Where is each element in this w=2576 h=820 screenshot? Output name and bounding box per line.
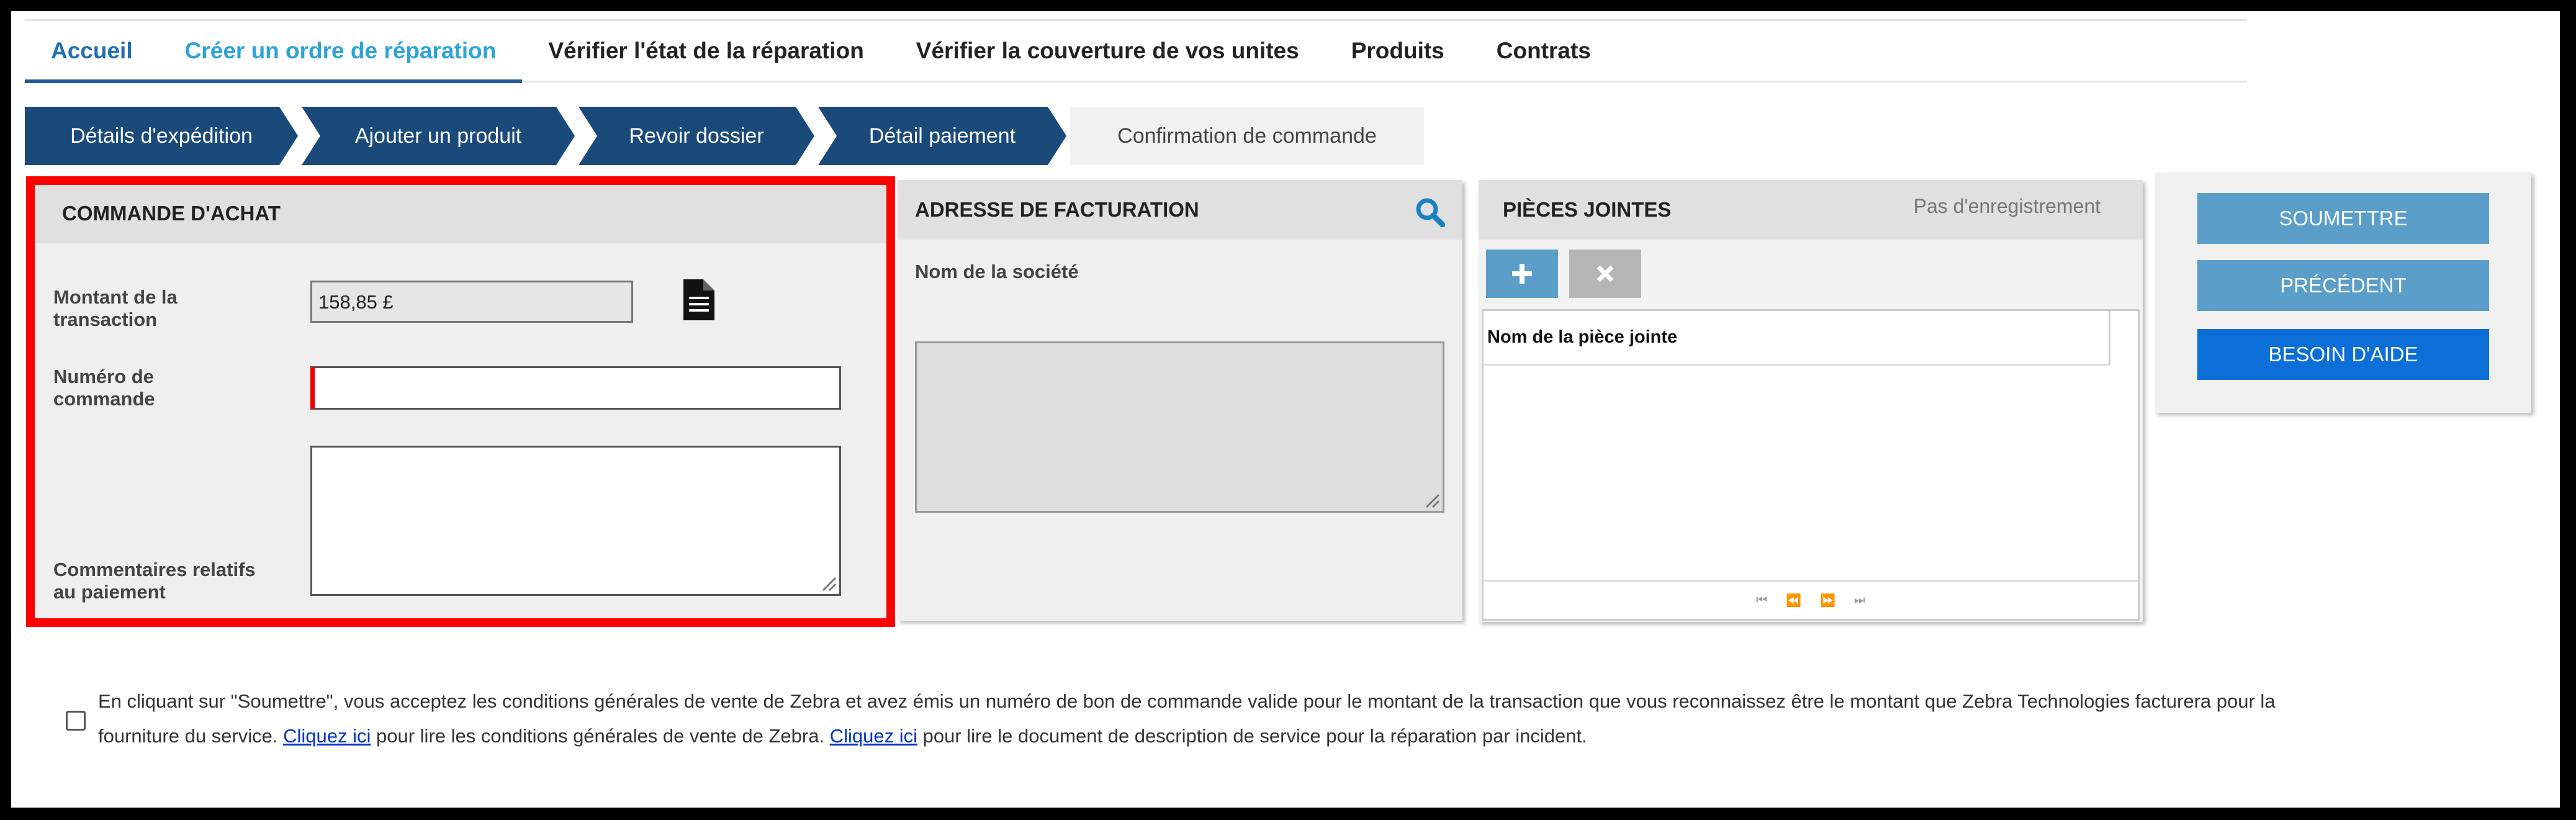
help-button[interactable]: BESOIN D'AIDE [2197, 329, 2489, 380]
search-icon[interactable] [1415, 197, 1446, 228]
actions-panel: SOUMETTRE PRÉCÉDENT BESOIN D'AIDE [2155, 173, 2531, 413]
terms-text: En cliquant sur "Soumettre", vous accept… [98, 684, 2308, 754]
top-nav: Accueil Créer un ordre de réparation Vér… [25, 19, 2247, 83]
add-attachment-button[interactable] [1486, 250, 1558, 298]
remove-attachment-button[interactable] [1569, 250, 1641, 298]
attachments-grid: Nom de la pièce jointe ⏮ ⏪ ⏩ ⏭ [1482, 309, 2140, 621]
billing-title: ADRESSE DE FACTURATION [898, 180, 1462, 240]
company-address-box [915, 341, 1444, 513]
attachments-panel: PIÈCES JOINTES Pas d'enregistrement Nom … [1479, 180, 2143, 622]
tab-repair-status[interactable]: Vérifier l'état de la réparation [522, 21, 889, 81]
close-icon [1596, 265, 1614, 282]
company-name-label: Nom de la société [915, 261, 1079, 282]
tab-products[interactable]: Produits [1325, 21, 1470, 81]
step-review: Revoir dossier [579, 107, 814, 165]
prev-page-icon[interactable]: ⏪ [1786, 593, 1801, 608]
resize-handle-icon [1425, 493, 1440, 508]
billing-panel: ADRESSE DE FACTURATION Nom de la société [898, 180, 1462, 621]
tab-coverage[interactable]: Vérifier la couverture de vos unites [890, 21, 1325, 81]
tab-home[interactable]: Accueil [25, 21, 159, 83]
attachments-status: Pas d'enregistrement [1913, 195, 2101, 217]
tab-contracts[interactable]: Contrats [1470, 21, 1617, 81]
terms-link-conditions[interactable]: Cliquez ici [283, 725, 371, 747]
attachment-name-column-header[interactable]: Nom de la pièce jointe [1484, 311, 2110, 366]
submit-button[interactable]: SOUMETTRE [2197, 193, 2489, 244]
step-add-product: Ajouter un produit [302, 107, 575, 165]
step-payment: Détail paiement [818, 107, 1066, 165]
last-page-icon[interactable]: ⏭ [1854, 593, 1865, 608]
terms-text-3: pour lire le document de description de … [922, 725, 1587, 747]
progress-steps: Détails d'expédition Ajouter un produit … [25, 107, 1428, 165]
first-page-icon[interactable]: ⏮ [1756, 593, 1767, 608]
step-confirmation: Confirmation de commande [1070, 107, 1424, 165]
highlight-frame [26, 176, 895, 627]
plus-icon [1512, 264, 1532, 284]
terms-text-2: pour lire les conditions générales de ve… [376, 725, 825, 747]
previous-button[interactable]: PRÉCÉDENT [2197, 260, 2489, 311]
step-shipping: Détails d'expédition [25, 107, 298, 165]
terms-link-service-description[interactable]: Cliquez ici [830, 725, 917, 747]
tab-create-repair[interactable]: Créer un ordre de réparation [158, 21, 523, 83]
pager: ⏮ ⏪ ⏩ ⏭ [1484, 580, 2138, 619]
next-page-icon[interactable]: ⏩ [1820, 593, 1835, 608]
terms-checkbox[interactable] [66, 711, 86, 731]
